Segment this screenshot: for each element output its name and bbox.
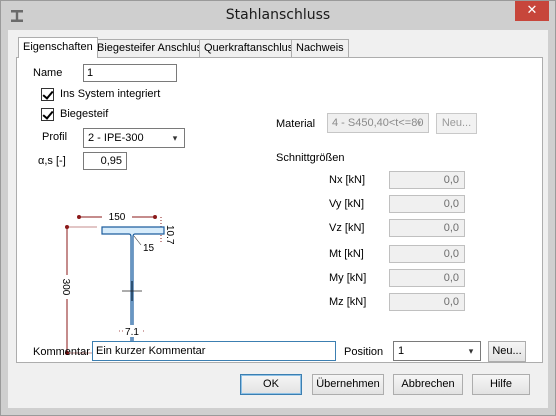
chevron-down-icon: ▾: [416, 118, 422, 128]
integrated-label: Ins System integriert: [60, 88, 161, 100]
flange-dimension-text: 10.7: [164, 225, 175, 245]
rigid-label: Biegesteif: [60, 108, 109, 120]
dialog-body: Eigenschaften Biegesteifer Anschluss Que…: [8, 30, 548, 408]
force-label-vz: Vz [kN]: [329, 222, 365, 234]
force-label-mt: Mt [kN]: [329, 248, 364, 260]
material-value: 4 - S450,40<t<=80: [332, 117, 424, 129]
close-button[interactable]: ✕: [515, 1, 549, 21]
chevron-down-icon: ▾: [172, 133, 178, 143]
force-value-mt[interactable]: 0,0: [389, 245, 465, 263]
comment-label: Kommentar: [33, 346, 90, 358]
title-bar[interactable]: Stahlanschluss ✕: [1, 1, 555, 30]
width-dimension-start: [77, 215, 81, 219]
cross-section-drawing: 150 10.7 300 15 7.1: [60, 210, 175, 355]
tab-eigenschaften[interactable]: Eigenschaften: [18, 37, 98, 58]
force-value-vz[interactable]: 0,0: [389, 219, 465, 237]
material-select[interactable]: 4 - S450,40<t<=80 ▾: [327, 113, 429, 133]
window-title: Stahlanschluss: [225, 7, 331, 23]
dialog-window: Stahlanschluss ✕ Eigenschaften Biegestei…: [0, 0, 556, 416]
tab-nachweis[interactable]: Nachweis: [291, 39, 349, 57]
width-dimension-end: [153, 215, 157, 219]
ok-button[interactable]: OK: [240, 374, 302, 395]
position-select[interactable]: 1 ▾: [393, 341, 481, 361]
tab-querkraftanschluss[interactable]: Querkraftanschluss: [199, 39, 304, 57]
force-value-my[interactable]: 0,0: [389, 269, 465, 287]
position-new-button[interactable]: Neu...: [488, 341, 526, 362]
help-button[interactable]: Hilfe: [472, 374, 530, 395]
alpha-label: α,s [-]: [38, 155, 66, 167]
web-dimension-text: 7.1: [125, 327, 139, 338]
force-value-nx[interactable]: 0,0: [389, 171, 465, 189]
force-label-nx: Nx [kN]: [329, 174, 366, 186]
name-input[interactable]: 1: [83, 64, 177, 82]
profile-select[interactable]: 2 - IPE-300 ▾: [83, 128, 185, 148]
position-label: Position: [344, 346, 384, 358]
force-label-mz: Mz [kN]: [329, 296, 367, 308]
tab-panel-eigenschaften: Name 1 Ins System integriert Biegesteif …: [16, 57, 543, 363]
position-value: 1: [398, 345, 405, 357]
force-value-mz[interactable]: 0,0: [389, 293, 465, 311]
radius-leader: [133, 235, 142, 246]
profile-value: 2 - IPE-300: [88, 132, 144, 144]
tab-biegesteifer-anschluss[interactable]: Biegesteifer Anschluss: [92, 39, 213, 57]
integrated-checkbox[interactable]: [41, 88, 54, 101]
forces-heading: Schnittgrößen: [276, 152, 345, 164]
force-label-my: My [kN]: [329, 272, 367, 284]
cancel-button[interactable]: Abbrechen: [393, 374, 463, 395]
force-value-vy[interactable]: 0,0: [389, 195, 465, 213]
alpha-input[interactable]: 0,95: [83, 152, 127, 170]
apply-button[interactable]: Übernehmen: [312, 374, 384, 395]
chevron-down-icon: ▾: [468, 346, 474, 356]
force-label-vy: Vy [kN]: [329, 198, 365, 210]
material-new-button[interactable]: Neu...: [436, 113, 477, 134]
comment-input[interactable]: Ein kurzer Kommentar: [92, 341, 336, 361]
width-dimension-text: 150: [109, 212, 126, 223]
material-label: Material: [276, 118, 316, 130]
height-dimension-text: 300: [60, 279, 71, 296]
close-icon: ✕: [526, 3, 538, 18]
radius-text: 15: [143, 243, 155, 254]
name-label: Name: [33, 67, 63, 79]
rigid-checkbox[interactable]: [41, 108, 54, 121]
profile-label: Profil: [42, 131, 68, 143]
